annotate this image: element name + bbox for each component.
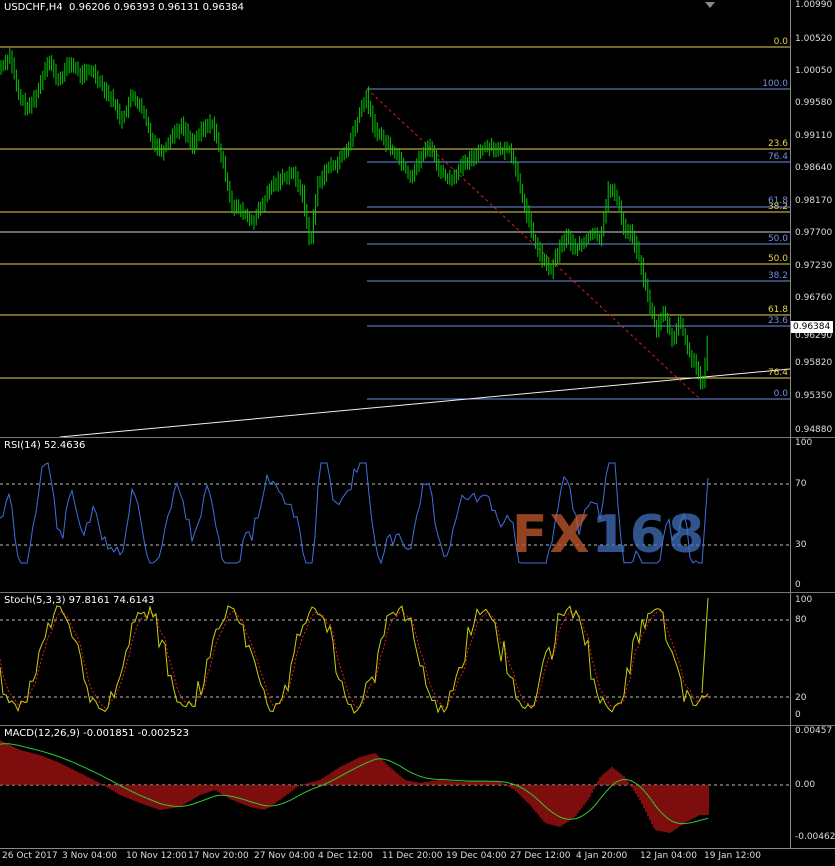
fib-yellow-label: 50.0 bbox=[767, 254, 788, 264]
rsi-axis-label: 70 bbox=[795, 479, 807, 489]
price-chart-svg bbox=[0, 46, 790, 437]
macd-axis-label: 0.00 bbox=[795, 780, 816, 790]
rsi-axis-label: 0 bbox=[795, 580, 801, 590]
price-axis-label: 0.94880 bbox=[795, 425, 833, 435]
macd-axis-label: 0.00457 bbox=[795, 726, 833, 736]
price-axis-label: 0.98170 bbox=[795, 196, 833, 206]
chart-shift-marker-icon[interactable] bbox=[705, 2, 715, 8]
macd-label: MACD(12,26,9) -0.001851 -0.002523 bbox=[4, 728, 189, 739]
stoch-axis-label: 80 bbox=[795, 615, 807, 625]
macd-pane[interactable]: MACD(12,26,9) -0.001851 -0.002523 bbox=[0, 726, 790, 848]
watermark-logo: FX168 bbox=[512, 505, 706, 565]
macd-axis-label: -0.004626 bbox=[795, 832, 835, 842]
trendline bbox=[59, 368, 790, 437]
time-axis-label: 26 Oct 2017 bbox=[2, 851, 58, 861]
watermark-part1: FX bbox=[512, 505, 592, 565]
price-axis-label: 0.95350 bbox=[795, 391, 833, 401]
price-axis-label: 0.98640 bbox=[795, 163, 833, 173]
stoch-main-line-end bbox=[701, 597, 709, 694]
rsi-axis: 100 70 30 0 bbox=[790, 438, 835, 592]
fib-yellow-label: 76.4 bbox=[767, 368, 788, 378]
stoch-axis-label: 20 bbox=[795, 693, 807, 703]
price-axis-label: 1.00520 bbox=[795, 34, 833, 44]
price-axis-label: 0.97700 bbox=[795, 228, 833, 238]
time-axis-label: 19 Dec 04:00 bbox=[446, 851, 507, 861]
ohlc-values: 0.96206 0.96393 0.96131 0.96384 bbox=[69, 2, 244, 13]
rsi-axis-label: 100 bbox=[795, 438, 813, 448]
stochastic-svg bbox=[0, 597, 790, 714]
stochastic-pane[interactable]: Stoch(5,3,3) 97.8161 74.6143 bbox=[0, 593, 790, 725]
price-axis-label: 0.95820 bbox=[795, 358, 833, 368]
fib-blue-label: 38.2 bbox=[767, 271, 788, 281]
time-axis-label: 11 Dec 20:00 bbox=[382, 851, 443, 861]
time-axis-label: 10 Nov 12:00 bbox=[126, 851, 187, 861]
fib-blue-label: 100.0 bbox=[762, 79, 788, 89]
time-axis: 26 Oct 2017 3 Nov 04:00 10 Nov 12:00 17 Nov… bbox=[0, 848, 835, 866]
stochastic-label: Stoch(5,3,3) 97.8161 74.6143 bbox=[4, 595, 155, 606]
rsi-axis-label: 30 bbox=[795, 540, 807, 550]
time-axis-label: 4 Jan 20:00 bbox=[576, 851, 628, 861]
price-axis-label: 0.99580 bbox=[795, 98, 833, 108]
stochastic-axis: 100 80 20 0 bbox=[790, 593, 835, 725]
price-chart-pane[interactable]: USDCHF,H4 0.96206 0.96393 0.96131 0.9638… bbox=[0, 0, 790, 437]
stoch-axis-label: 100 bbox=[795, 595, 813, 605]
time-axis-label: 27 Dec 12:00 bbox=[510, 851, 571, 861]
time-axis-label: 19 Jan 12:00 bbox=[704, 851, 761, 861]
price-axis-label: 1.00990 bbox=[795, 0, 833, 10]
stoch-signal-line bbox=[0, 609, 709, 709]
time-axis-label: 3 Nov 04:00 bbox=[62, 851, 117, 861]
fib-yellow-label: 0.0 bbox=[773, 37, 788, 47]
time-axis-label: 17 Nov 20:00 bbox=[188, 851, 249, 861]
fib-blue-label: 76.4 bbox=[767, 152, 788, 162]
fib-blue-label: 0.0 bbox=[773, 389, 788, 399]
time-axis-label: 12 Jan 04:00 bbox=[640, 851, 697, 861]
price-axis-label: 1.00050 bbox=[795, 66, 833, 76]
macd-svg bbox=[0, 740, 790, 833]
fib-yellow-label: 61.8 bbox=[767, 305, 788, 315]
price-axis-label: 0.96760 bbox=[795, 293, 833, 303]
fib-yellow-label: 23.6 bbox=[767, 139, 788, 149]
price-axis-label: 0.97230 bbox=[795, 261, 833, 271]
fib-blue-label: 61.8 bbox=[767, 196, 788, 206]
rsi-pane[interactable]: RSI(14) 52.4636 FX168 bbox=[0, 438, 790, 592]
fib-blue-label: 50.0 bbox=[767, 234, 788, 244]
time-axis-label: 4 Dec 12:00 bbox=[318, 851, 373, 861]
rsi-label: RSI(14) 52.4636 bbox=[4, 440, 86, 451]
symbol-info: USDCHF,H4 0.96206 0.96393 0.96131 0.9638… bbox=[4, 2, 244, 13]
current-price-tag: 0.96384 bbox=[791, 321, 833, 333]
symbol-title: USDCHF,H4 bbox=[4, 2, 63, 13]
time-axis-label: 27 Nov 04:00 bbox=[254, 851, 315, 861]
fib-blue-label: 23.6 bbox=[767, 316, 788, 326]
watermark-part2: 168 bbox=[591, 505, 707, 565]
macd-axis: 0.00457 0.00 -0.004626 bbox=[790, 726, 835, 848]
price-axis-label: 0.99110 bbox=[795, 131, 833, 141]
price-axis: 1.00990 1.00520 1.00050 0.99580 0.99110 0.986… bbox=[790, 0, 835, 437]
stoch-axis-label: 0 bbox=[795, 710, 801, 720]
